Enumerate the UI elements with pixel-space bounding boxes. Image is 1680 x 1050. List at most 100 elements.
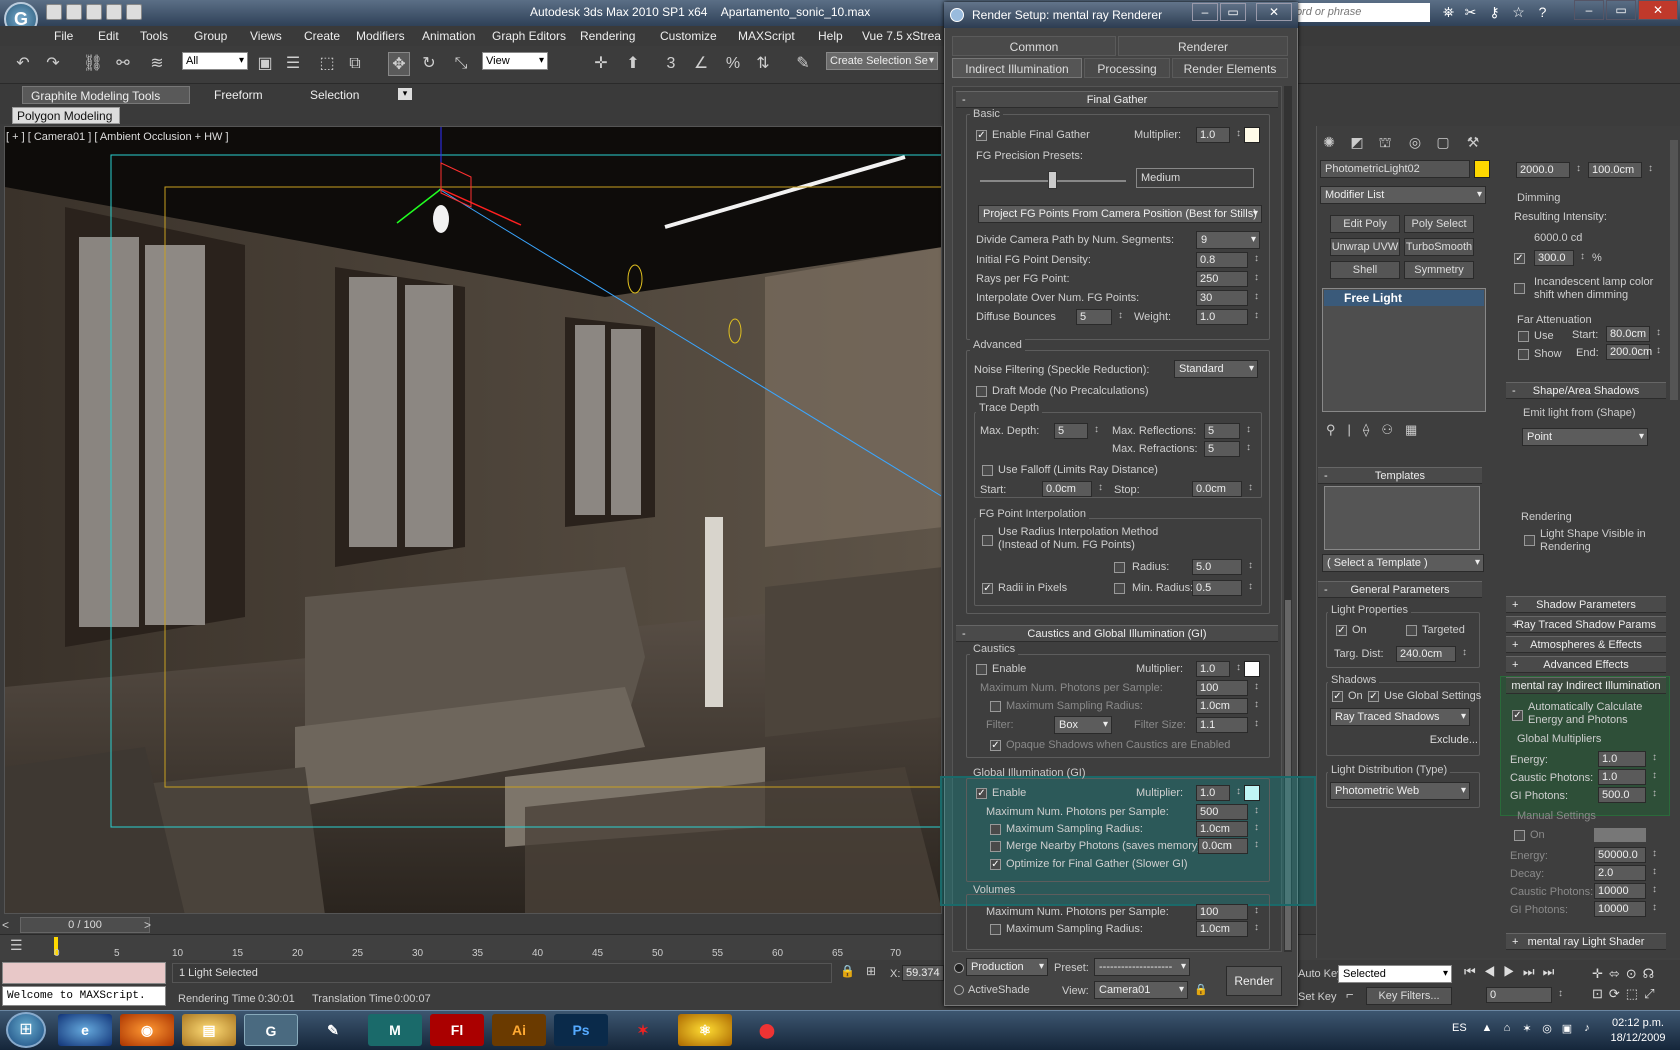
gi-photons-spinner[interactable]: 500	[1196, 804, 1259, 820]
activeshade-radio[interactable]	[954, 985, 964, 995]
min-radius-spinner[interactable]: 0.5	[1192, 580, 1253, 596]
object-color-swatch[interactable]	[1474, 160, 1490, 178]
gi-color-swatch[interactable]	[1244, 785, 1260, 801]
ribbon-options-icon[interactable]: ▾	[398, 88, 412, 100]
far-use-checkbox[interactable]	[1518, 331, 1529, 342]
caustics-photons-spinner[interactable]: 100	[1196, 680, 1259, 696]
maxscript-listener-input[interactable]	[2, 962, 166, 984]
flash-icon[interactable]: Fl	[430, 1014, 484, 1046]
final-gather-rollout[interactable]: - Final Gather	[956, 91, 1278, 108]
tray-volume-icon[interactable]: ♪	[1580, 1022, 1594, 1036]
fg-density-spinner[interactable]: 0.8	[1196, 252, 1259, 268]
camera-viewport[interactable]	[4, 126, 942, 914]
bind-space-warp-icon[interactable]: ≋	[146, 52, 168, 76]
rollout-collapse-icon[interactable]: -	[962, 626, 966, 642]
modifier-list-dropdown[interactable]: Modifier List	[1320, 186, 1486, 204]
rollout-expand-icon[interactable]: +	[1512, 657, 1518, 673]
stack-tools-icons[interactable]: ⚲|⟠⚇▦	[1326, 422, 1476, 440]
manipulate-icon[interactable]: ⬆	[622, 52, 644, 76]
rollout-expand-icon[interactable]: +	[1512, 637, 1518, 653]
menu-edit[interactable]: Edit	[98, 29, 119, 43]
help-search-input[interactable]: word or phrase	[1284, 3, 1430, 22]
min-radius-checkbox[interactable]	[1114, 583, 1125, 594]
explorer-folder-icon[interactable]: ▤	[182, 1014, 236, 1046]
modify-tab-icon[interactable]: ◩	[1346, 132, 1368, 152]
rotate-icon[interactable]: ↻	[418, 52, 440, 76]
binoculars-icon[interactable]: ⛯	[1440, 4, 1457, 21]
fg-presets-slider-thumb[interactable]	[1048, 171, 1057, 189]
caustics-enable-checkbox[interactable]	[976, 664, 987, 675]
emit-light-dropdown[interactable]: Point	[1522, 428, 1648, 446]
shape-area-shadows-rollout[interactable]: - Shape/Area Shadows	[1506, 382, 1666, 399]
named-selection-dropdown[interactable]: Create Selection Se	[826, 52, 938, 70]
pin-icon[interactable]: ⬤	[740, 1014, 794, 1046]
language-indicator[interactable]: ES	[1452, 1022, 1467, 1034]
caustics-multiplier-spinner[interactable]: 1.0	[1196, 661, 1241, 677]
undo-quick-icon[interactable]	[106, 4, 122, 20]
minimize-button[interactable]: –	[1574, 0, 1604, 20]
menu-tools[interactable]: Tools	[140, 29, 168, 43]
caustics-color-swatch[interactable]	[1244, 661, 1260, 677]
create-tab-icon[interactable]: ✺	[1318, 132, 1340, 152]
key-filters-button[interactable]: Key Filters...	[1366, 987, 1452, 1005]
project-folder-icon[interactable]	[126, 4, 142, 20]
atmospheres-effects-rollout[interactable]: + Atmospheres & Effects	[1506, 636, 1666, 653]
system-clock[interactable]: 02:12 p.m. 18/12/2009	[1596, 1016, 1680, 1046]
tab-graphite-modeling-tools[interactable]: Graphite Modeling Tools	[22, 86, 190, 104]
nod32-icon[interactable]: ✶	[616, 1014, 670, 1046]
hierarchy-tab-icon[interactable]: ⛫	[1374, 132, 1396, 152]
caustics-radius-checkbox[interactable]	[990, 701, 1001, 712]
gm-gi-photons-spinner[interactable]: 500.0	[1598, 787, 1657, 803]
caustics-gi-rollout[interactable]: - Caustics and Global Illumination (GI)	[956, 625, 1278, 642]
polygon-modeling-panel[interactable]: Polygon Modeling	[12, 107, 120, 124]
shadows-on-checkbox[interactable]: ✓	[1332, 691, 1343, 702]
dialog-close-button[interactable]: ✕	[1256, 3, 1292, 21]
fg-color-swatch[interactable]	[1244, 127, 1260, 143]
rays-per-point-spinner[interactable]: 250	[1196, 271, 1259, 287]
command-panel-scrollbar[interactable]	[1670, 140, 1678, 400]
view-lock-icon[interactable]: 🔒	[1194, 983, 1208, 997]
set-key-icon[interactable]: ⌐	[1346, 987, 1362, 1003]
max-depth-spinner[interactable]: 5	[1054, 423, 1099, 439]
tab-indirect-illumination[interactable]: Indirect Illumination	[952, 58, 1082, 78]
light-distribution-dropdown[interactable]: Photometric Web	[1330, 782, 1470, 800]
dimming-percent-spinner[interactable]: 300.0	[1534, 250, 1585, 266]
unwrap-uvw-button[interactable]: Unwrap UVW	[1330, 238, 1400, 256]
falloff-start-spinner[interactable]: 0.0cm	[1042, 481, 1103, 497]
dimming-checkbox[interactable]: ✓	[1514, 253, 1525, 264]
render-button[interactable]: Render	[1226, 966, 1282, 996]
link-icon[interactable]: ⛓	[82, 52, 104, 76]
merge-photons-spinner[interactable]: 0.0cm	[1198, 838, 1259, 854]
help-icon[interactable]: ?	[1534, 4, 1551, 21]
new-file-icon[interactable]	[46, 4, 62, 20]
maximize-button[interactable]: ▭	[1606, 0, 1636, 20]
templates-rollout[interactable]: - Templates	[1318, 467, 1482, 484]
view-dropdown[interactable]: Camera01	[1094, 981, 1188, 999]
menu-modifiers[interactable]: Modifiers	[356, 29, 405, 43]
fg-project-mode-dropdown[interactable]: Project FG Points From Camera Position (…	[978, 205, 1262, 223]
stack-item-free-light[interactable]: Free Light	[1324, 290, 1484, 306]
menu-create[interactable]: Create	[304, 29, 340, 43]
angle-snap-icon[interactable]: ∠	[690, 52, 712, 76]
lock-selection-icon[interactable]: 🔒	[840, 964, 856, 980]
menu-views[interactable]: Views	[250, 29, 282, 43]
save-file-icon[interactable]	[86, 4, 102, 20]
manual-gi-spinner[interactable]: 10000	[1594, 901, 1657, 917]
draft-mode-checkbox[interactable]	[976, 386, 987, 397]
manual-caustic-spinner[interactable]: 10000	[1594, 883, 1657, 899]
radius-checkbox[interactable]	[1114, 562, 1125, 573]
gadget-icon[interactable]: ⚛	[678, 1014, 732, 1046]
far-start-spinner[interactable]: 80.0cm	[1606, 326, 1661, 342]
viewport-scene[interactable]	[5, 127, 942, 914]
rollout-collapse-icon[interactable]: -	[1324, 468, 1328, 484]
time-slider-thumb[interactable]: 0 / 100	[20, 917, 150, 933]
unlink-icon[interactable]: ⚯	[112, 52, 134, 76]
length-spinner[interactable]: 100.0cm	[1588, 162, 1653, 178]
close-button[interactable]: ✕	[1638, 0, 1678, 20]
redo-icon[interactable]: ↷	[42, 52, 64, 76]
template-select-dropdown[interactable]: ( Select a Template )	[1322, 554, 1484, 572]
menu-graph-editors[interactable]: Graph Editors	[492, 29, 566, 43]
opaque-shadows-checkbox[interactable]: ✓	[990, 740, 1001, 751]
paint-brush-icon[interactable]: ✎	[306, 1014, 360, 1046]
templates-list[interactable]	[1324, 486, 1480, 550]
